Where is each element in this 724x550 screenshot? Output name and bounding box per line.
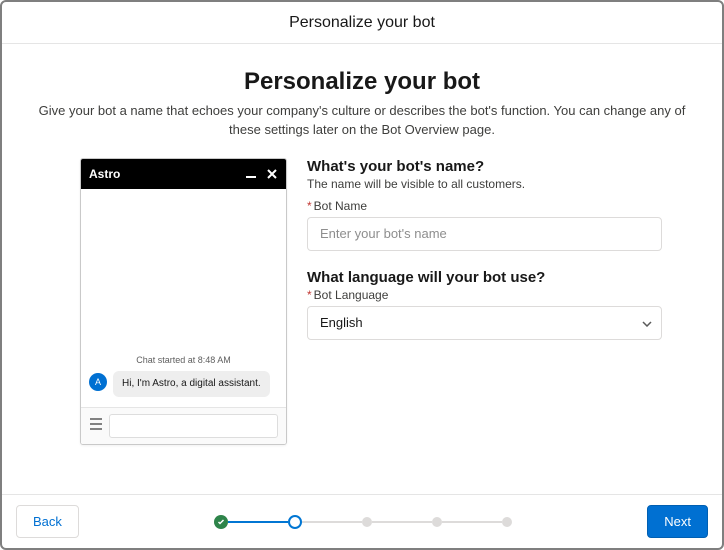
bot-language-label: *Bot Language bbox=[307, 288, 662, 302]
page-subtitle: Give your bot a name that echoes your co… bbox=[22, 102, 702, 140]
chat-header-title: Astro bbox=[89, 167, 120, 181]
bot-name-section: What's your bot's name? The name will be… bbox=[307, 158, 662, 251]
close-icon[interactable] bbox=[266, 168, 278, 180]
bot-language-select[interactable] bbox=[307, 306, 662, 340]
progress-step-2-current bbox=[288, 515, 302, 529]
bot-language-section: What language will your bot use? *Bot La… bbox=[307, 269, 662, 340]
minimize-icon[interactable] bbox=[244, 167, 258, 181]
progress-step-1-complete bbox=[214, 515, 228, 529]
progress-step-5 bbox=[502, 517, 512, 527]
progress-line bbox=[442, 521, 502, 523]
next-button[interactable]: Next bbox=[647, 505, 708, 538]
chat-message-row: A Hi, I'm Astro, a digital assistant. bbox=[89, 371, 278, 397]
bot-name-heading: What's your bot's name? bbox=[307, 158, 662, 175]
bot-language-value[interactable] bbox=[307, 306, 662, 340]
bot-name-label: *Bot Name bbox=[307, 199, 662, 213]
chat-body: Chat started at 8:48 AM A Hi, I'm Astro,… bbox=[81, 189, 286, 407]
chat-input-row bbox=[81, 407, 286, 444]
avatar: A bbox=[89, 373, 107, 391]
modal-title: Personalize your bot bbox=[2, 2, 722, 44]
bot-name-input[interactable] bbox=[307, 217, 662, 251]
chat-preview: Astro Chat started at 8:48 AM A H bbox=[80, 158, 287, 445]
progress-step-4 bbox=[432, 517, 442, 527]
modal-footer: Back Next bbox=[2, 494, 722, 548]
progress-indicator bbox=[79, 515, 647, 529]
chat-message-bubble: Hi, I'm Astro, a digital assistant. bbox=[113, 371, 270, 397]
bot-language-heading: What language will your bot use? bbox=[307, 269, 662, 286]
modal-body: Personalize your bot Give your bot a nam… bbox=[2, 44, 722, 494]
menu-icon[interactable] bbox=[89, 417, 103, 435]
chat-text-input[interactable] bbox=[109, 414, 278, 438]
chat-started-timestamp: Chat started at 8:48 AM bbox=[89, 355, 278, 365]
bot-name-subheading: The name will be visible to all customer… bbox=[307, 177, 662, 191]
progress-line bbox=[372, 521, 432, 523]
progress-step-3 bbox=[362, 517, 372, 527]
page-title: Personalize your bot bbox=[244, 68, 480, 96]
chat-header: Astro bbox=[81, 159, 286, 189]
setup-modal: Personalize your bot Personalize your bo… bbox=[0, 0, 724, 550]
progress-line bbox=[228, 521, 288, 523]
main-row: Astro Chat started at 8:48 AM A H bbox=[20, 158, 704, 455]
form-column: What's your bot's name? The name will be… bbox=[307, 158, 662, 445]
progress-line bbox=[302, 521, 362, 523]
back-button[interactable]: Back bbox=[16, 505, 79, 538]
